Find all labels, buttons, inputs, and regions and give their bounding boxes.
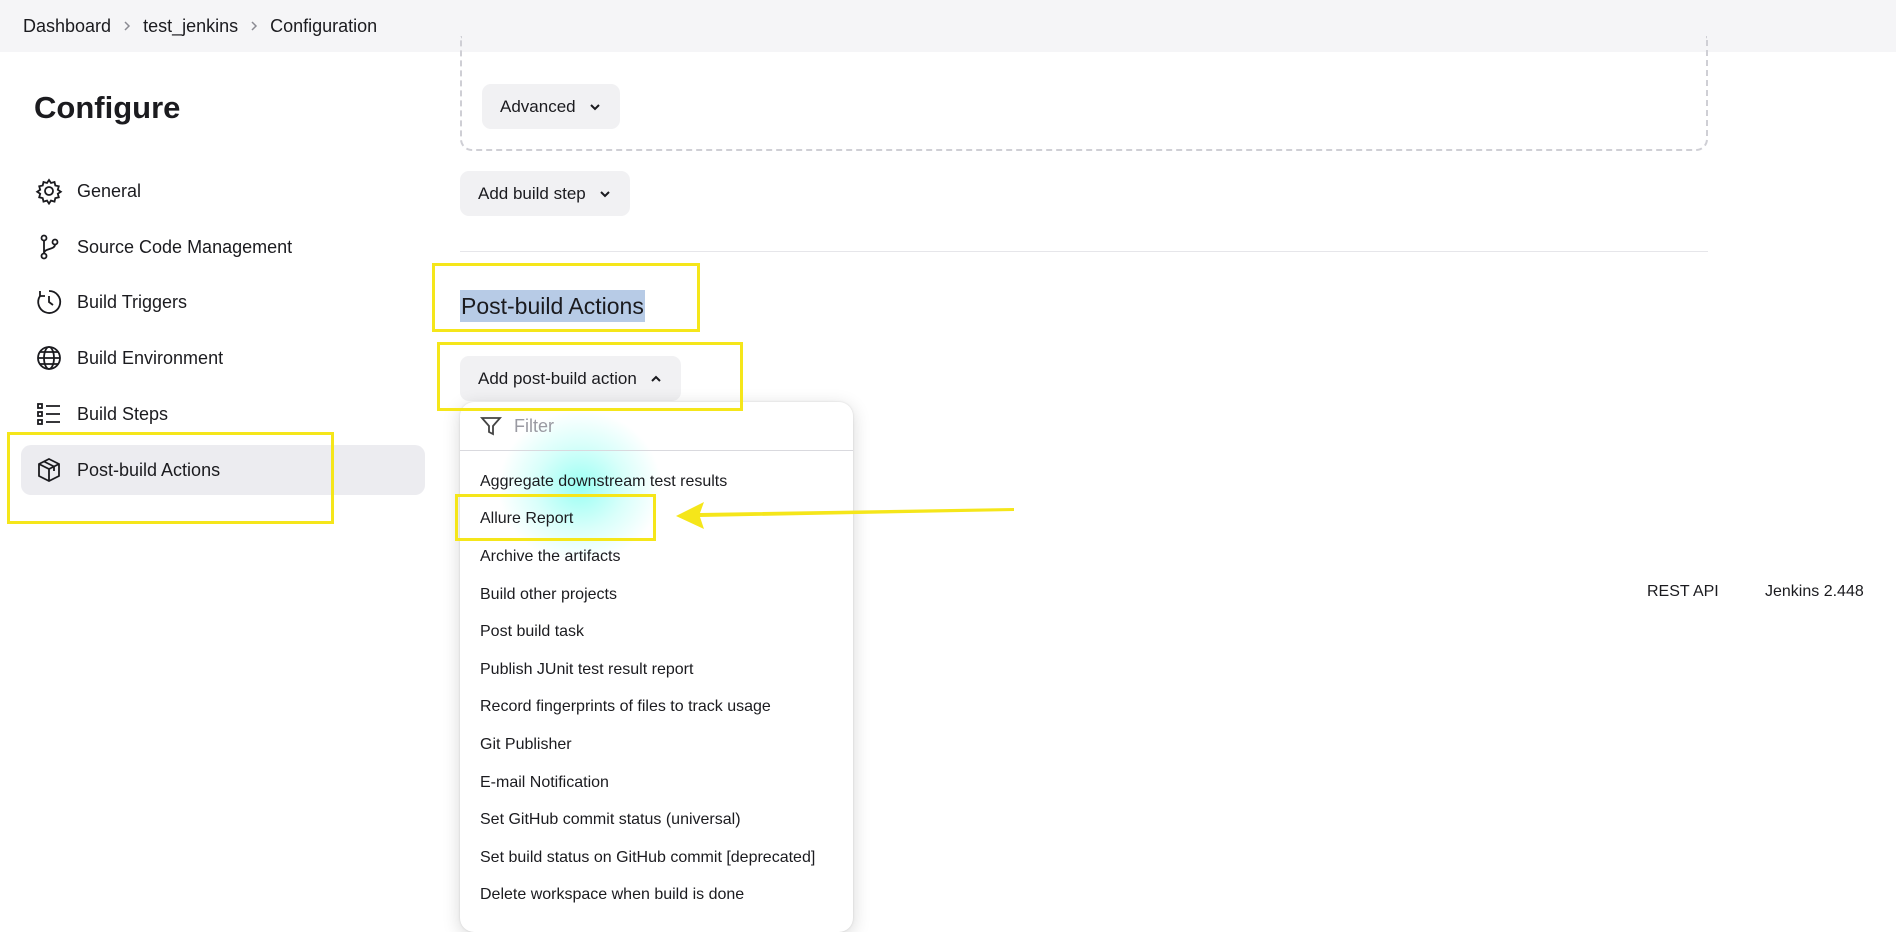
- sidebar-item-build-steps[interactable]: Build Steps: [21, 389, 425, 439]
- menu-item-git-publisher[interactable]: Git Publisher: [460, 726, 853, 764]
- menu-item-publish-junit[interactable]: Publish JUnit test result report: [460, 651, 853, 689]
- branch-icon: [35, 233, 63, 261]
- sidebar-item-build-environment[interactable]: Build Environment: [21, 333, 425, 383]
- chevron-right-icon: [238, 20, 270, 32]
- sidebar-item-label: Build Steps: [77, 403, 169, 424]
- menu-item-github-build-status-deprecated[interactable]: Set build status on GitHub commit [depre…: [460, 839, 853, 877]
- add-post-build-action-button[interactable]: Add post-build action: [460, 356, 681, 401]
- menu-list: Aggregate downstream test results Allure…: [460, 463, 853, 914]
- sidebar-item-label: General: [77, 180, 142, 201]
- sidebar-item-general[interactable]: General: [21, 166, 425, 216]
- breadcrumb-job[interactable]: test_jenkins: [143, 16, 238, 37]
- chevron-down-icon: [589, 103, 600, 110]
- sidebar-item-source-code-management[interactable]: Source Code Management: [21, 222, 425, 272]
- chevron-down-icon: [600, 190, 610, 197]
- menu-item-github-commit-status[interactable]: Set GitHub commit status (universal): [460, 801, 853, 839]
- advanced-button[interactable]: Advanced: [482, 84, 620, 129]
- add-post-build-label: Add post-build action: [478, 368, 637, 388]
- breadcrumb-configuration[interactable]: Configuration: [270, 16, 377, 37]
- sidebar-item-post-build-actions[interactable]: Post-build Actions: [21, 445, 425, 495]
- menu-item-record-fingerprints[interactable]: Record fingerprints of files to track us…: [460, 689, 853, 727]
- sidebar-item-label: Post-build Actions: [77, 459, 221, 480]
- package-icon: [35, 456, 63, 484]
- filter-icon: [480, 417, 502, 436]
- advanced-label: Advanced: [500, 96, 576, 116]
- menu-item-delete-workspace[interactable]: Delete workspace when build is done: [460, 877, 853, 915]
- section-divider: [460, 251, 1708, 252]
- menu-item-build-other-projects[interactable]: Build other projects: [460, 576, 853, 614]
- gear-icon: [35, 177, 63, 205]
- list-icon: [35, 400, 63, 428]
- sidebar-item-label: Source Code Management: [77, 236, 293, 257]
- globe-icon: [35, 344, 63, 372]
- sidebar-item-build-triggers[interactable]: Build Triggers: [21, 277, 425, 327]
- page-title: Configure: [34, 90, 181, 125]
- menu-item-email-notification[interactable]: E-mail Notification: [460, 764, 853, 802]
- chevron-up-icon: [651, 375, 661, 382]
- chevron-right-icon: [111, 20, 143, 32]
- sidebar-item-label: Build Triggers: [77, 291, 188, 312]
- breadcrumb-dashboard[interactable]: Dashboard: [23, 16, 111, 37]
- menu-item-aggregate-downstream[interactable]: Aggregate downstream test results: [460, 463, 853, 501]
- build-step-container: [460, 36, 1708, 151]
- post-build-section-title: Post-build Actions: [460, 290, 645, 322]
- add-build-step-button[interactable]: Add build step: [460, 171, 630, 216]
- menu-item-allure-report[interactable]: Allure Report: [460, 501, 853, 539]
- add-build-step-label: Add build step: [478, 183, 586, 203]
- menu-item-post-build-task[interactable]: Post build task: [460, 613, 853, 651]
- filter-input[interactable]: [514, 415, 814, 437]
- filter-row: [460, 402, 853, 451]
- clock-icon: [35, 288, 63, 316]
- sidebar-item-label: Build Environment: [77, 347, 224, 368]
- jenkins-version-link[interactable]: Jenkins 2.448: [1765, 583, 1864, 601]
- rest-api-link[interactable]: REST API: [1647, 583, 1719, 601]
- menu-item-archive-artifacts[interactable]: Archive the artifacts: [460, 538, 853, 576]
- post-build-action-menu: Aggregate downstream test results Allure…: [460, 402, 853, 932]
